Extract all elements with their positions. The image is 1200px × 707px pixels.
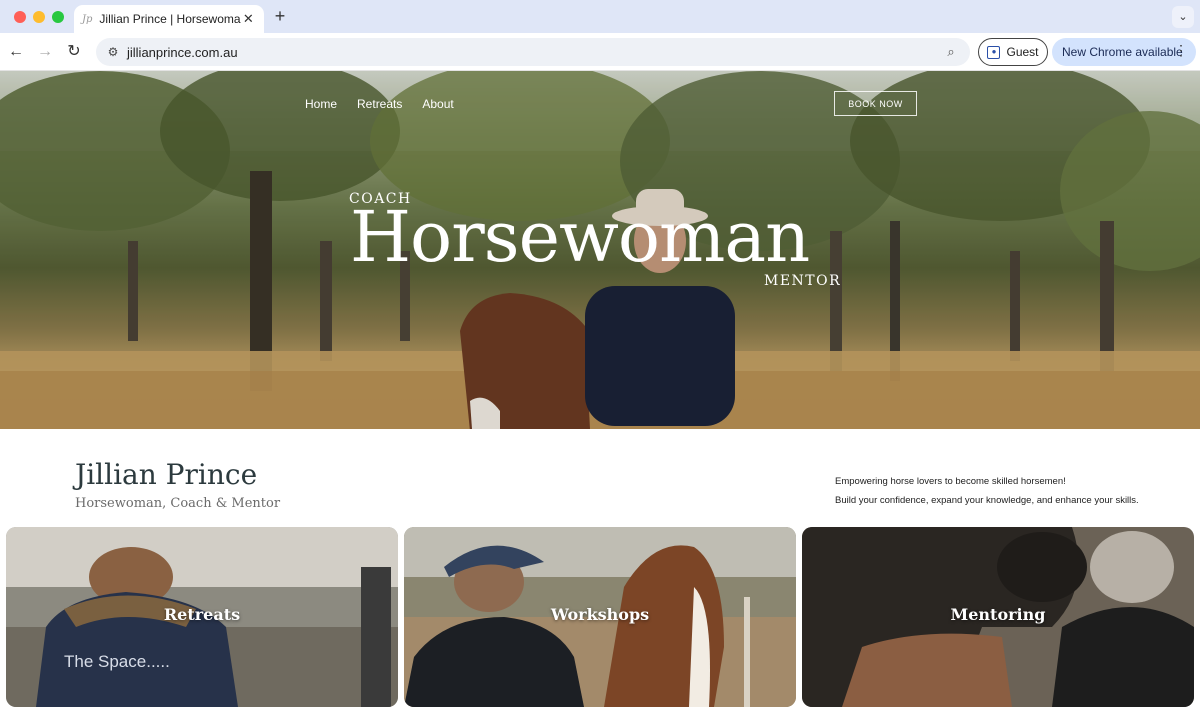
back-arrow-icon[interactable]: ← xyxy=(6,42,26,62)
browser-toolbar: ← → ↻ ⚙ jillianprince.com.au ⌕ ● Guest N… xyxy=(0,33,1200,71)
tab-title: Jillian Prince | Horsewoman, C xyxy=(99,12,241,26)
profile-icon: ● xyxy=(987,45,1001,59)
card-workshops[interactable]: Workshops xyxy=(404,527,796,707)
shirt-text: The Space..... xyxy=(64,652,170,671)
url-text[interactable]: jillianprince.com.au xyxy=(127,45,238,60)
zoom-icon[interactable]: ⌕ xyxy=(942,43,960,61)
book-now-button[interactable]: BOOK NOW xyxy=(834,91,917,116)
nav-home-link[interactable]: Home xyxy=(305,97,337,111)
update-label: New Chrome available xyxy=(1062,45,1183,59)
intro-subtitle: Horsewoman, Coach & Mentor xyxy=(75,496,281,511)
chrome-update-button[interactable]: New Chrome available ⋮ xyxy=(1052,38,1196,66)
nav-about-link[interactable]: About xyxy=(422,97,453,111)
hero-mentor-label: MENTOR xyxy=(764,273,842,289)
card-workshops-label: Workshops xyxy=(550,605,650,624)
browser-tabbar: Jp Jillian Prince | Horsewoman, C ✕ + ⌄ xyxy=(0,0,1200,33)
site-settings-icon[interactable]: ⚙ xyxy=(104,43,122,61)
close-window-button[interactable] xyxy=(14,11,26,23)
minimize-window-button[interactable] xyxy=(33,11,45,23)
tagline-line-1: Empowering horse lovers to become skille… xyxy=(835,476,1066,487)
nav-retreats-link[interactable]: Retreats xyxy=(357,97,402,111)
card-mentoring-label: Mentoring xyxy=(950,605,1046,624)
reload-icon[interactable]: ↻ xyxy=(64,42,84,62)
browser-tab-active[interactable]: Jp Jillian Prince | Horsewoman, C ✕ xyxy=(74,5,264,33)
close-tab-icon[interactable]: ✕ xyxy=(241,11,256,27)
forward-arrow-icon[interactable]: → xyxy=(35,42,55,62)
guest-profile-button[interactable]: ● Guest xyxy=(978,38,1048,66)
tab-search-chevron-icon[interactable]: ⌄ xyxy=(1172,6,1194,28)
intro-tagline: Empowering horse lovers to become skille… xyxy=(835,472,1139,510)
new-tab-button[interactable]: + xyxy=(270,6,290,26)
hero-banner: Home Retreats About BOOK NOW COACH Horse… xyxy=(0,71,1200,429)
more-menu-icon[interactable]: ⋮ xyxy=(1174,42,1188,59)
card-mentoring[interactable]: Mentoring xyxy=(802,527,1194,707)
hero-nav: Home Retreats About xyxy=(305,97,454,111)
favicon-icon: Jp xyxy=(82,13,93,25)
tagline-line-2: Build your confidence, expand your knowl… xyxy=(835,495,1139,506)
card-retreats-label: Retreats xyxy=(163,605,241,624)
intro-name: Jillian Prince xyxy=(75,458,258,491)
guest-label: Guest xyxy=(1006,45,1039,59)
card-retreats[interactable]: The Space..... Retreats xyxy=(6,527,398,707)
hero-title: Horsewoman xyxy=(350,196,810,278)
address-bar[interactable]: ⚙ jillianprince.com.au ⌕ xyxy=(96,38,970,66)
fullscreen-window-button[interactable] xyxy=(52,11,64,23)
